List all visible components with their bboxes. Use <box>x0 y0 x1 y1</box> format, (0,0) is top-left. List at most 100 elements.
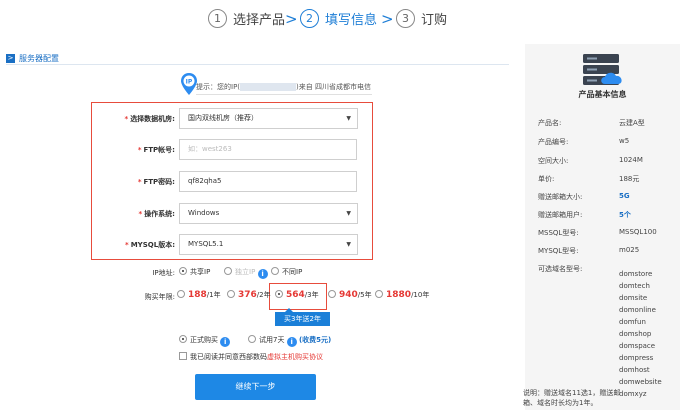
domain-item: domwebsite <box>619 378 662 386</box>
datacenter-row: * 选择数据机房: 国内双线机房（推荐） ▼ <box>91 108 373 130</box>
year-option-3[interactable]: 564/3年 <box>275 290 319 300</box>
radio-icon <box>375 290 383 298</box>
next-step-button[interactable]: 继续下一步 <box>195 374 316 400</box>
step-label: 订购 <box>421 13 448 28</box>
info-value: 188元 <box>619 175 640 183</box>
ip-shared-option[interactable]: 共享IP <box>179 267 210 277</box>
info-value: m025 <box>619 246 640 254</box>
info-key: 赠送邮箱用户: <box>538 211 583 219</box>
info-key: 赠送邮箱大小: <box>538 193 583 201</box>
domain-item: domsite <box>619 294 648 302</box>
ip-label: IP地址: <box>152 269 175 277</box>
os-row: * 操作系统: Windows ▼ <box>91 203 373 225</box>
pin-text: IP <box>186 79 193 86</box>
agreement-checkbox[interactable] <box>179 352 187 360</box>
step-number: 2 <box>300 9 319 28</box>
panel-note: 说明：赠送域名11选1，赠送邮箱、域名时长均为1年。 <box>523 389 621 407</box>
info-icon[interactable]: i <box>286 337 297 347</box>
info-value: 5个 <box>619 211 631 219</box>
os-select[interactable]: Windows ▼ <box>179 203 358 224</box>
radio-icon <box>224 267 232 275</box>
step-label: 选择产品 <box>233 13 286 28</box>
domain-item: dompress <box>619 354 654 362</box>
info-key: MSSQL型号: <box>538 229 579 237</box>
radio-icon <box>275 290 283 298</box>
info-value: 1024M <box>619 156 643 164</box>
mysql-label: * MYSQL版本: <box>125 241 175 249</box>
year-options: 188/1年 376/2年 564/3年 940/5年 1880/10年 <box>177 290 437 304</box>
cloud-server-icon <box>583 54 622 85</box>
agreement-link[interactable]: 虚拟主机购买协议 <box>267 353 323 361</box>
order-steps: 1 选择产品 > 2 填写信息 > 3 订购 <box>0 9 680 33</box>
step-label: 填写信息 <box>325 13 378 28</box>
info-key: 产品编号: <box>538 138 569 146</box>
step-arrow-icon: > <box>381 10 394 28</box>
info-value: 云建A型 <box>619 119 645 127</box>
step-fill-info: 2 填写信息 <box>300 9 377 28</box>
order-page: 1 选择产品 > 2 填写信息 > 3 订购 > 服务器配置 IP 提示：您的I… <box>0 0 680 410</box>
radio-icon <box>271 267 279 275</box>
chevron-down-icon: ▼ <box>346 115 351 122</box>
radio-icon <box>179 335 187 343</box>
info-key: 可选域名型号: <box>538 265 583 273</box>
step-select-product: 1 选择产品 <box>208 9 285 28</box>
ftp-password-row: * FTP密码: qf82qha5 <box>91 171 373 193</box>
os-label: * 操作系统: <box>138 210 175 218</box>
domain-item: domxyz <box>619 390 647 398</box>
domain-item: domstore <box>619 270 653 278</box>
ip-options: 共享IP 独立IP i 不同IP <box>179 267 339 279</box>
info-key: 产品名: <box>538 119 562 127</box>
ip-tip: 提示：您的IP( )来自 四川省成都市电信 <box>196 82 372 95</box>
years-label: 购买年限: <box>144 293 175 301</box>
domain-item: domhost <box>619 366 650 374</box>
domain-item: domfun <box>619 318 646 326</box>
datacenter-label: * 选择数据机房: <box>124 115 175 123</box>
mysql-select[interactable]: MYSQL5.1 ▼ <box>179 234 358 255</box>
radio-icon <box>248 335 256 343</box>
ftp-account-row: * FTP帐号: 如：west263 <box>91 139 373 161</box>
section-divider <box>6 64 509 65</box>
year-option-2[interactable]: 376/2年 <box>227 290 271 300</box>
section-header: > 服务器配置 <box>6 51 509 65</box>
promo-tooltip: 买3年送2年 <box>275 308 330 326</box>
info-key: 单价: <box>538 175 555 183</box>
formal-purchase-option[interactable]: 正式购买 i <box>179 335 231 347</box>
radio-icon <box>227 290 235 298</box>
chevron-down-icon: ▼ <box>346 210 351 217</box>
ftp-password-input[interactable]: qf82qha5 <box>179 171 357 192</box>
domain-item: domshop <box>619 330 652 338</box>
ip-different-option[interactable]: 不同IP <box>271 267 302 277</box>
radio-icon <box>328 290 336 298</box>
year-option-10[interactable]: 1880/10年 <box>375 290 429 300</box>
info-icon[interactable]: i <box>257 269 268 279</box>
info-value: 5G <box>619 192 630 200</box>
agreement: 我已阅读并同意西部数码虚拟主机购买协议 <box>179 352 323 362</box>
info-icon[interactable]: i <box>220 337 231 347</box>
info-value: w5 <box>619 137 630 145</box>
info-key: 空间大小: <box>538 157 569 165</box>
domain-item: domtech <box>619 282 650 290</box>
tip-prefix: 提示：您的IP( <box>196 83 241 91</box>
ftp-password-label: * FTP密码: <box>137 178 175 186</box>
panel-title: 产品基本信息 <box>578 90 627 99</box>
section-arrow-icon: > <box>6 53 15 63</box>
year-option-1[interactable]: 188/1年 <box>177 290 221 300</box>
step-number: 1 <box>208 9 227 28</box>
step-number: 3 <box>396 9 415 28</box>
radio-icon <box>179 267 187 275</box>
ip-dedicated-option[interactable]: 独立IP i <box>224 267 268 279</box>
radio-icon <box>177 290 185 298</box>
ftp-account-input[interactable]: 如：west263 <box>179 139 357 160</box>
trial-option[interactable]: 试用7天 i (收费5元) <box>248 335 331 347</box>
step-arrow-icon: > <box>285 10 298 28</box>
info-value: MSSQL100 <box>619 228 657 236</box>
datacenter-select[interactable]: 国内双线机房（推荐） ▼ <box>179 108 358 129</box>
mysql-row: * MYSQL版本: MYSQL5.1 ▼ <box>91 234 373 256</box>
domain-item: domonline <box>619 306 656 314</box>
tip-suffix: )来自 四川省成都市电信 <box>296 83 371 91</box>
info-key: MYSQL型号: <box>538 247 579 255</box>
ftp-account-label: * FTP帐号: <box>137 146 175 154</box>
chevron-down-icon: ▼ <box>346 241 351 248</box>
year-option-5[interactable]: 940/5年 <box>328 290 372 300</box>
domain-item: domspace <box>619 342 656 350</box>
